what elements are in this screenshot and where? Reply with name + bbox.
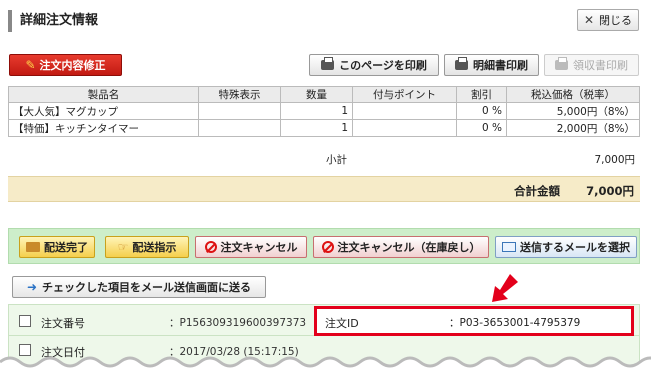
print-statement-button[interactable]: 明細書印刷 <box>444 54 539 76</box>
cancel-restock-button[interactable]: 注文キャンセル（在庫戻し） <box>313 236 489 258</box>
col-header-points: 付与ポイント <box>352 86 457 103</box>
printer-icon <box>455 57 468 70</box>
printer-icon <box>555 57 568 70</box>
mail-icon <box>502 242 516 252</box>
ban-icon <box>204 241 217 253</box>
cancel-order-button[interactable]: 注文キャンセル <box>195 236 307 258</box>
print-page-button[interactable]: このページを印刷 <box>309 54 439 76</box>
col-header-qty: 数量 <box>280 86 353 103</box>
cell-points <box>352 119 457 137</box>
subtotal-value: 7,000円 <box>594 154 635 166</box>
ban-icon <box>321 241 334 253</box>
cell-qty: 1 <box>280 119 353 137</box>
pencil-icon: ✎ <box>25 58 36 72</box>
ship-done-label: 配送完了 <box>44 241 88 254</box>
cell-qty: 1 <box>280 102 353 120</box>
pointing-hand-icon: ☞ <box>117 240 129 254</box>
cell-product-name: 【大人気】マグカップ <box>8 102 199 120</box>
ship-instruct-button[interactable]: ☞ 配送指示 <box>105 236 189 258</box>
cell-discount: 0 % <box>456 119 507 137</box>
print-receipt-label: 領収書印刷 <box>573 59 628 72</box>
printer-icon <box>321 57 335 70</box>
col-header-product: 製品名 <box>8 86 199 103</box>
order-items-table: 製品名 特殊表示 数量 付与ポイント 割引 税込価格（税率） 【大人気】マグカッ… <box>8 86 640 137</box>
col-header-price: 税込価格（税率） <box>506 86 640 103</box>
order-id-label: 注文ID <box>325 317 359 330</box>
edit-order-button[interactable]: ✎ 注文内容修正 <box>9 54 122 76</box>
ship-done-button[interactable]: 配送完了 <box>19 236 95 258</box>
col-header-discount: 割引 <box>456 86 507 103</box>
order-id-highlight: 注文ID ：P03-3653001-4795379 <box>314 306 634 336</box>
table-row: 【大人気】マグカップ 1 0 % 5,000円（8%） <box>8 102 640 120</box>
col-header-special: 特殊表示 <box>198 86 281 103</box>
torn-edge-divider <box>0 356 651 374</box>
table-header-row: 製品名 特殊表示 数量 付与ポイント 割引 税込価格（税率） <box>8 86 640 103</box>
order-id-value: ：P03-3653001-4795379 <box>449 317 581 329</box>
select-mail-label: 送信するメールを選択 <box>520 241 630 254</box>
ship-instruct-label: 配送指示 <box>132 241 177 254</box>
send-checked-label: チェックした項目をメール送信画面に送る <box>42 281 252 294</box>
print-page-label: このページを印刷 <box>339 59 427 72</box>
order-number-checkbox[interactable] <box>19 315 31 327</box>
total-value: 7,000円 <box>586 184 634 198</box>
cancel-order-label: 注文キャンセル <box>220 241 298 254</box>
order-number-label: 注文番号 <box>41 317 85 330</box>
cancel-restock-label: 注文キャンセル（在庫戻し） <box>337 241 481 254</box>
edit-order-label: 注文内容修正 <box>39 59 106 72</box>
subtotal-label: 小計 <box>326 154 347 166</box>
cell-price: 2,000円（8%） <box>506 119 640 137</box>
select-mail-button[interactable]: 送信するメールを選択 <box>495 236 637 258</box>
send-checked-button[interactable]: ➜ チェックした項目をメール送信画面に送る <box>12 276 266 298</box>
cell-product-name: 【特価】キッチンタイマー <box>8 119 199 137</box>
cell-special <box>198 119 281 137</box>
order-number-value: ：P156309319600397373 <box>169 317 307 329</box>
red-arrow-icon <box>492 274 518 302</box>
print-receipt-button: 領収書印刷 <box>544 54 639 76</box>
cell-points <box>352 102 457 120</box>
send-arrow-icon: ➜ <box>26 280 38 294</box>
cell-price: 5,000円（8%） <box>506 102 640 120</box>
close-button[interactable]: ✕ 閉じる <box>577 9 639 31</box>
table-row: 【特価】キッチンタイマー 1 0 % 2,000円（8%） <box>8 119 640 137</box>
close-label: 閉じる <box>599 14 633 27</box>
cell-special <box>198 102 281 120</box>
total-bar: 合計金額 7,000円 <box>8 176 640 202</box>
action-bar: 配送完了 ☞ 配送指示 注文キャンセル 注文キャンセル（在庫戻し） 送信するメー… <box>8 228 640 264</box>
close-icon: ✕ <box>583 13 595 27</box>
cell-discount: 0 % <box>456 102 507 120</box>
page-title: 詳細注文情報 <box>8 10 98 32</box>
truck-icon <box>26 242 40 252</box>
total-label: 合計金額 <box>514 184 560 198</box>
print-statement-label: 明細書印刷 <box>473 59 528 72</box>
